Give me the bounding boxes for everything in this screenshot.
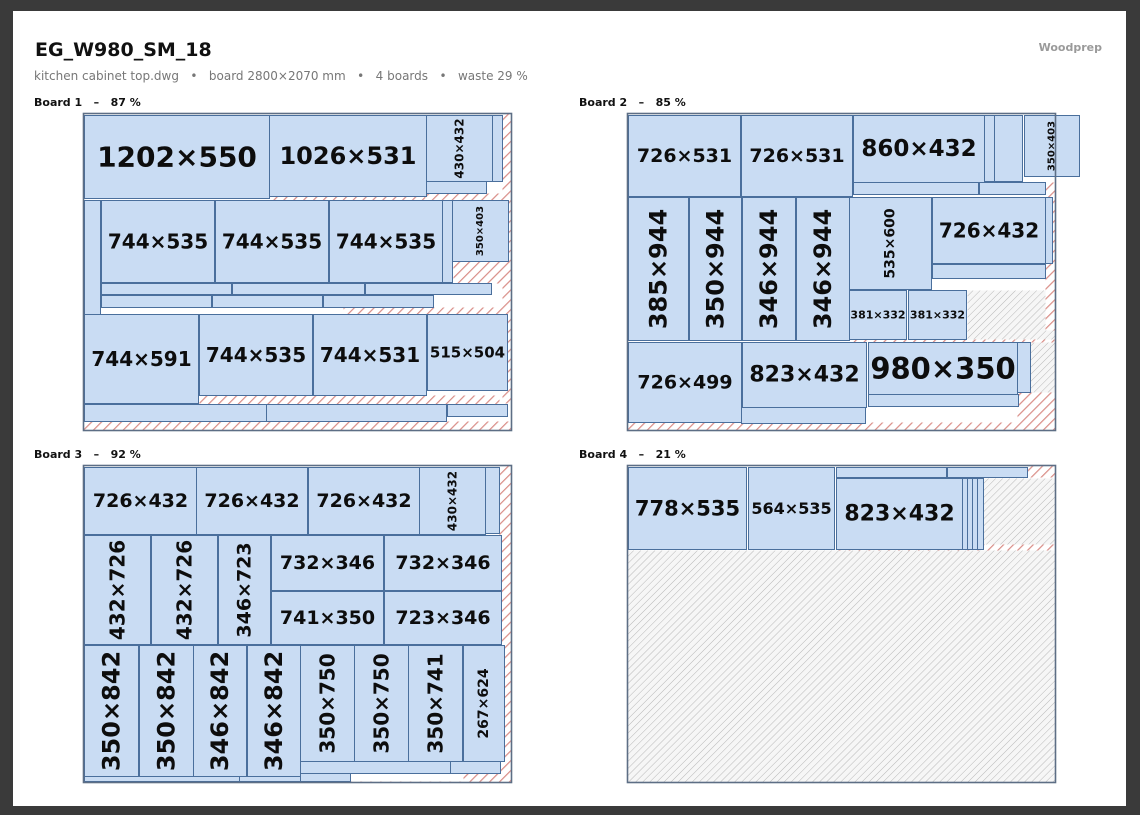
offcut-strip [967, 478, 973, 550]
part-dimension-label: 741×350 [280, 607, 375, 629]
part-dimension-label: 381×332 [850, 309, 905, 322]
board-3-layout: 726×432 726×432 726×432 430×432 432×726 432×7… [82, 464, 513, 784]
offcut-strip [492, 115, 503, 182]
offcut-strip [447, 404, 508, 417]
offcut-strip [972, 478, 978, 550]
part-dimension-label: 744×531 [320, 343, 420, 367]
kerf-waste-area [269, 196, 426, 201]
offcut-area [983, 478, 1056, 550]
part-dimension-label: 744×535 [206, 343, 306, 367]
part-dimension-label: 980×350 [870, 352, 1015, 386]
part-dimension-label: 723×346 [395, 607, 490, 629]
part-dimension-label: 267×624 [476, 668, 492, 738]
kerf-waste-area [199, 395, 500, 405]
part-dimension-label: 346×723 [234, 542, 256, 637]
part-dimension-label: 726×531 [749, 145, 844, 167]
part-dimension-label: 432×726 [173, 540, 197, 640]
offcut-strip [450, 761, 501, 774]
part-dimension-label: 430×432 [446, 471, 460, 531]
part-dimension-label: 726×432 [93, 490, 188, 512]
offcut-strip [836, 467, 947, 478]
offcut-strip [442, 200, 453, 283]
part-dimension-label: 385×944 [645, 209, 673, 329]
offcut-strip [741, 407, 866, 424]
offcut-strip [962, 478, 968, 550]
part-dimension-label: 350×842 [153, 651, 181, 771]
part-dimension-label: 744×535 [336, 230, 436, 254]
part-dimension-label: 346×842 [260, 651, 288, 771]
offcut-area [967, 290, 1056, 341]
kerf-waste-area [1027, 465, 1056, 478]
part-dimension-label: 515×504 [430, 344, 505, 362]
job-title: EG_W980_SM_18 [35, 39, 212, 61]
board-1-label: Board 1 – 87 % [34, 96, 141, 109]
part-dimension-label: 726×432 [316, 490, 411, 512]
part-dimension-label: 744×591 [91, 347, 191, 371]
part-dimension-label: 726×432 [939, 219, 1039, 243]
part-dimension-label: 350×741 [424, 653, 448, 753]
offcut-strip [84, 776, 240, 782]
part-dimension-label: 350×750 [316, 653, 340, 753]
part-dimension-label: 778×535 [635, 497, 740, 521]
part-dimension-label: 732×346 [280, 552, 375, 574]
part-dimension-label: 744×535 [222, 230, 322, 254]
offcut-strip [323, 295, 434, 308]
board-3-label: Board 3 – 92 % [34, 448, 141, 461]
brand-logo-text: Woodprep [1038, 41, 1102, 54]
offcut-strip [101, 295, 212, 308]
part-dimension-label: 1026×531 [279, 142, 416, 170]
part-dimension-label: 823×432 [844, 502, 954, 527]
part-dimension-label: 346×944 [809, 209, 837, 329]
part-dimension-label: 350×842 [98, 651, 126, 771]
offcut-strip [365, 283, 492, 295]
offcut-strip [266, 404, 447, 422]
part-dimension-label: 350×750 [370, 653, 394, 753]
part-dimension-label: 432×726 [106, 540, 130, 640]
offcut-area [1030, 342, 1056, 395]
board-2-label: Board 2 – 85 % [579, 96, 686, 109]
offcut-area [627, 550, 1056, 783]
part-dimension-label: 346×842 [206, 651, 234, 771]
kerf-waste-area [453, 261, 512, 284]
job-summary: kitchen cabinet top.dwg • board 2800×207… [34, 69, 528, 83]
part-dimension-label: 430×432 [453, 118, 467, 178]
part-dimension-label: 744×535 [108, 230, 208, 254]
offcut-strip [232, 283, 365, 295]
offcut-strip [994, 115, 1023, 182]
part-dimension-label: 726×531 [637, 145, 732, 167]
offcut-strip [979, 182, 1046, 195]
kerf-waste-area [83, 421, 512, 431]
part-dimension-label: 350×403 [475, 206, 486, 256]
offcut-strip [300, 773, 351, 782]
board-4-label: Board 4 – 21 % [579, 448, 686, 461]
kerf-waste-area [1017, 392, 1056, 423]
offcut-strip [977, 478, 984, 550]
offcut-strip [868, 394, 1019, 407]
offcut-strip [932, 264, 1046, 279]
part-dimension-label: 1202×550 [97, 141, 257, 174]
offcut-strip [84, 404, 267, 422]
offcut-strip [853, 182, 979, 195]
part-dimension-label: 381×332 [910, 309, 965, 322]
kerf-waste-area [426, 193, 503, 201]
offcut-strip [1017, 342, 1031, 393]
part-dimension-label: 726×499 [637, 372, 732, 394]
part-dimension-label: 732×346 [395, 552, 490, 574]
part-dimension-label: 726×432 [204, 490, 299, 512]
part-dimension-label: 346×944 [755, 209, 783, 329]
part-dimension-label: 350×944 [702, 209, 730, 329]
board-4-layout: 778×535 564×535 823×432 [626, 464, 1057, 784]
offcut-strip [947, 467, 1028, 478]
part-dimension-label: 823×432 [749, 363, 859, 388]
offcut-strip [426, 181, 487, 194]
offcut-strip [300, 761, 451, 774]
board-1-layout: 1202×550 1026×531 430×432 744×535 744×535 744… [82, 112, 513, 432]
offcut-strip [485, 467, 500, 534]
board-2-layout: 726×531 726×531 860×432 350×403385×944 350×9… [626, 112, 1080, 432]
part-dimension-label: 564×535 [751, 499, 831, 518]
offcut-strip [101, 283, 232, 295]
offcut-strip [212, 295, 323, 308]
part-dimension-label: 860×432 [861, 136, 976, 162]
part-dimension-label: 535×600 [883, 208, 899, 278]
